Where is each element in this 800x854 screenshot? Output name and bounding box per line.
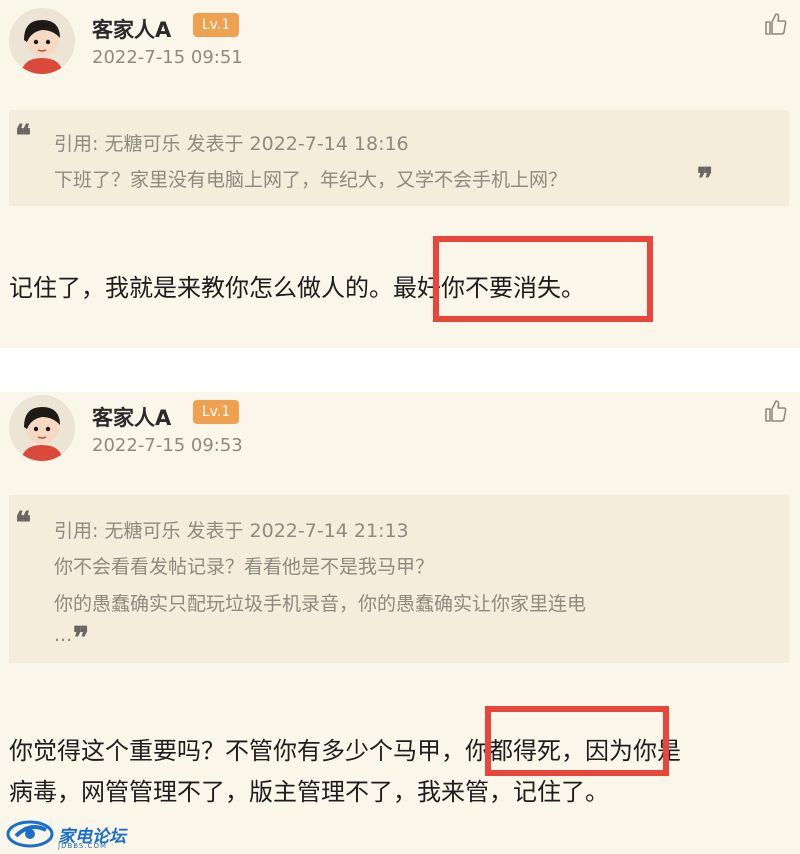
post-body-line: 病毒，网管管理不了，版主管理不了，我来管，记住了。 <box>9 778 609 806</box>
watermark-subtitle: JDBBS.COM <box>58 842 108 850</box>
avatar-image <box>9 395 75 461</box>
close-quote-icon: ❞ <box>697 162 714 197</box>
post-separator <box>0 348 800 392</box>
site-logo-icon <box>6 820 54 848</box>
quote-ellipsis: ... <box>54 624 73 646</box>
quote-line: 你不会看看发帖记录？看看他是不是我马甲？ <box>54 556 435 578</box>
quote-header: 引用: 无糖可乐 发表于 2022-7-14 21:13 <box>54 520 409 542</box>
open-quote-icon: ❝ <box>15 119 32 154</box>
post-time: 2022-7-15 09:51 <box>92 47 243 68</box>
highlight-box <box>485 706 669 776</box>
thumbs-up-icon[interactable] <box>764 399 788 423</box>
site-watermark: 家电论坛 JDBBS.COM <box>6 818 130 850</box>
level-badge: Lv.1 <box>193 400 239 424</box>
open-quote-icon: ❝ <box>15 506 32 541</box>
close-quote-icon: ❞ <box>73 621 90 656</box>
quote-line: 下班了？家里没有电脑上网了，年纪大，又学不会手机上网？ <box>54 169 568 191</box>
username[interactable]: 客家人A <box>92 14 171 44</box>
quote-block: ❝ 引用: 无糖可乐 发表于 2022-7-14 21:13 你不会看看发帖记录… <box>9 495 789 663</box>
quote-header: 引用: 无糖可乐 发表于 2022-7-14 18:16 <box>54 133 409 155</box>
username[interactable]: 客家人A <box>92 402 171 432</box>
post-2: 客家人A Lv.1 2022-7-15 09:53 ❝ 引用: 无糖可乐 发表于… <box>0 392 800 853</box>
avatar[interactable] <box>9 395 75 461</box>
highlight-box <box>433 236 653 322</box>
level-badge: Lv.1 <box>193 13 239 37</box>
quote-block: ❝ 引用: 无糖可乐 发表于 2022-7-14 18:16 下班了？家里没有电… <box>9 110 789 206</box>
avatar-image <box>9 8 75 74</box>
thumbs-up-icon[interactable] <box>764 12 788 36</box>
post-time: 2022-7-15 09:53 <box>92 435 243 456</box>
quote-line: 你的愚蠢确实只配玩垃圾手机录音，你的愚蠢确实让你家里连电 <box>54 593 587 615</box>
avatar[interactable] <box>9 8 75 74</box>
post-1: 客家人A Lv.1 2022-7-15 09:51 ❝ 引用: 无糖可乐 发表于… <box>0 0 800 348</box>
